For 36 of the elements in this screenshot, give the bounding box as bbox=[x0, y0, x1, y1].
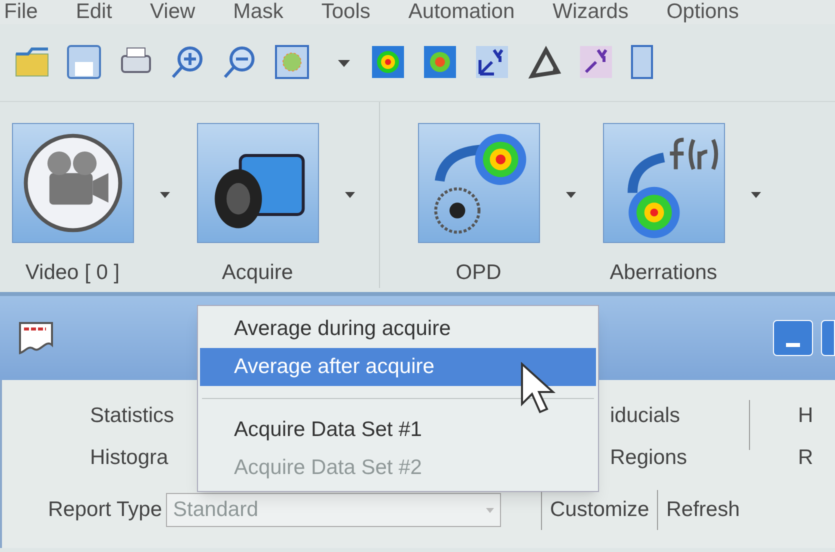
pattern-icon[interactable] bbox=[274, 44, 312, 82]
menu-item[interactable]: Options bbox=[666, 0, 739, 28]
ribbon-label: Video [ 0 ] bbox=[25, 260, 120, 286]
tab[interactable]: iducials bbox=[610, 400, 680, 432]
caret-icon[interactable] bbox=[344, 192, 354, 198]
ribbon-button[interactable] bbox=[196, 122, 318, 242]
caret-icon[interactable] bbox=[566, 192, 576, 198]
ribbon-label: Aberrations bbox=[610, 260, 718, 286]
menu-item[interactable]: File bbox=[4, 0, 38, 28]
caret-icon[interactable] bbox=[751, 192, 761, 198]
ribbon-label: Acquire bbox=[222, 260, 294, 286]
tab[interactable]: Regions bbox=[610, 442, 688, 473]
menu-item[interactable]: Acquire Data Set #1 bbox=[200, 411, 596, 449]
tab[interactable]: H bbox=[798, 400, 814, 432]
menu-item[interactable]: View bbox=[150, 0, 196, 28]
menu-item[interactable]: Mask bbox=[233, 0, 284, 28]
menu-item[interactable]: Wizards bbox=[552, 0, 628, 28]
menu-item[interactable]: Average after acquire bbox=[200, 348, 596, 386]
document-icon bbox=[18, 321, 54, 355]
mouse-cursor-icon bbox=[520, 362, 558, 414]
caret-icon[interactable] bbox=[160, 192, 170, 198]
tab[interactable]: R bbox=[798, 442, 814, 473]
ribbon-button[interactable] bbox=[12, 122, 134, 242]
report-type-label: Report Type bbox=[48, 497, 162, 524]
tab[interactable]: Statistics bbox=[90, 400, 174, 432]
tab[interactable]: Histogra bbox=[90, 442, 168, 473]
maximize-button[interactable] bbox=[821, 320, 835, 356]
ribbon-label: OPD bbox=[456, 260, 502, 286]
ribbon-button[interactable] bbox=[418, 122, 540, 242]
menu-item[interactable]: Edit bbox=[76, 0, 112, 28]
menu-item[interactable]: Average during acquire bbox=[200, 310, 596, 348]
toolbar-button[interactable]: Refresh bbox=[657, 490, 748, 530]
minimize-button[interactable] bbox=[773, 320, 813, 356]
ribbon-button[interactable] bbox=[602, 122, 724, 242]
menu-item[interactable]: Automation bbox=[408, 0, 515, 28]
menu-item[interactable]: Tools bbox=[321, 0, 370, 28]
